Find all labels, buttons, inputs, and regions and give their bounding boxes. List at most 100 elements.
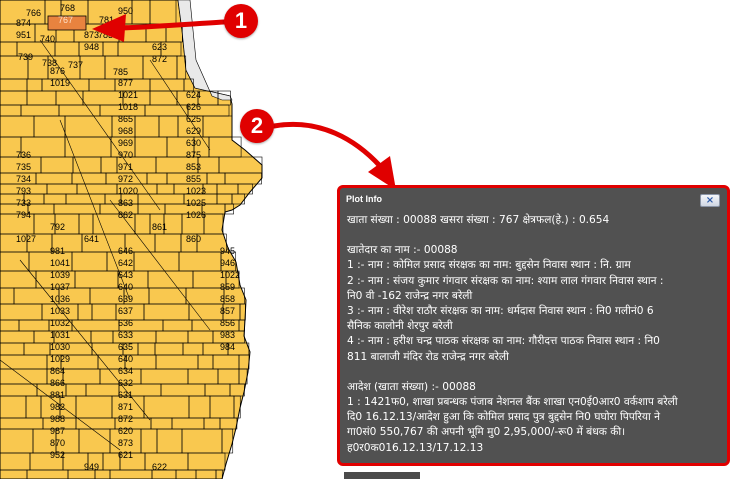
parcel-label: 632 xyxy=(118,378,133,388)
parcel-label: 1025 xyxy=(186,198,206,208)
parcel-label: 792 xyxy=(50,222,65,232)
panel-footer-strip xyxy=(344,472,420,479)
parcel-label: 1037 xyxy=(50,282,70,292)
parcel-label: 864 xyxy=(50,366,65,376)
order-heading: आदेश (खाता संख्या) :- 00088 xyxy=(347,380,476,393)
parcel-label: 629 xyxy=(186,126,201,136)
parcel-label: 640 xyxy=(118,354,133,364)
parcel-label: 866 xyxy=(50,378,65,388)
parcel-label: 984 xyxy=(220,342,235,352)
parcel-label: 625 xyxy=(186,114,201,124)
owner-heading: खातेदार का नाम :- 00088 xyxy=(347,244,458,257)
parcel-label: 620 xyxy=(118,426,133,436)
parcel-label: 737 xyxy=(68,60,83,70)
owner-3-address: सैनिक कालोनी शेरपुर बरेली xyxy=(347,320,453,333)
parcel-label: 622 xyxy=(152,462,167,472)
parcel-label: 734 xyxy=(16,174,31,184)
parcel-label: 983 xyxy=(220,330,235,340)
parcel-label: 646 xyxy=(118,246,133,256)
parcel-label: 948 xyxy=(84,42,99,52)
parcel-label: 968 xyxy=(118,126,133,136)
parcel-label: 872 xyxy=(118,414,133,424)
parcel-label: 640 xyxy=(118,282,133,292)
parcel-label: 626 xyxy=(186,102,201,112)
parcel-label: 635 xyxy=(118,342,133,352)
parcel-label: 858 xyxy=(220,294,235,304)
parcel-label: 1018 xyxy=(118,102,138,112)
parcel-label: 945 xyxy=(220,246,235,256)
parcel-label: 1027 xyxy=(16,234,36,244)
parcel-label: 855 xyxy=(186,174,201,184)
parcel-label: 785 xyxy=(113,67,128,77)
parcel-label: 873 xyxy=(118,438,133,448)
parcel-label: 740 xyxy=(40,34,55,44)
parcel-label: 1041 xyxy=(50,258,70,268)
parcel-label: 1022 xyxy=(220,270,240,280)
plot-info-body: खाता संख्या : 00088 खसरा संख्या : 767 क्… xyxy=(340,208,727,456)
parcel-label: 951 xyxy=(16,30,31,40)
parcel-label: 870 xyxy=(50,438,65,448)
parcel-label: 987 xyxy=(50,426,65,436)
parcel-label: 946 xyxy=(220,258,235,268)
order-line-3: गा0सं0 550,767 की अपनी भूमि मु0 2,95,000… xyxy=(347,426,626,439)
parcel-label: 733 xyxy=(16,198,31,208)
parcel-label: 856 xyxy=(220,318,235,328)
parcel-label: 881 xyxy=(50,390,65,400)
parcel-label: 766 xyxy=(26,8,41,18)
parcel-label: 873 xyxy=(84,30,99,40)
parcel-label: 952 xyxy=(50,450,65,460)
parcel-label: 1019 xyxy=(50,78,70,88)
order-line-2: दि0 16.12.13/आदेश हुआ कि कोमिल प्रसाद पु… xyxy=(347,411,660,424)
parcel-label: 871 xyxy=(118,402,133,412)
parcel-label: 857 xyxy=(220,306,235,316)
marker-badge-2: 2 xyxy=(240,109,274,143)
parcel-label: 633 xyxy=(118,330,133,340)
parcel-label: 794 xyxy=(16,210,31,220)
parcel-label: 624 xyxy=(186,90,201,100)
parcel-label: 736 xyxy=(16,150,31,160)
parcel-label: 969 xyxy=(118,138,133,148)
parcel-label: 637 xyxy=(118,306,133,316)
parcel-label: 631 xyxy=(118,390,133,400)
parcel-label: 859 xyxy=(220,282,235,292)
parcel-label: 970 xyxy=(118,150,133,160)
parcel-label: 971 xyxy=(118,162,133,172)
parcel-label: 1026 xyxy=(186,210,206,220)
parcel-label: 642 xyxy=(118,258,133,268)
parcel-label: 630 xyxy=(186,138,201,148)
close-button[interactable]: × xyxy=(700,194,720,207)
parcel-label: 1029 xyxy=(50,354,70,364)
parcel-label: 1031 xyxy=(50,330,70,340)
parcel-label: 1033 xyxy=(50,306,70,316)
owner-2: 2 :- नाम : संजय कुमार गंगवार संरक्षक का … xyxy=(347,274,664,287)
parcel-label: 972 xyxy=(118,174,133,184)
owner-4-address: 811 बालाजी मंदिर रोड राजेन्द्र नगर बरेली xyxy=(347,350,509,363)
parcel-label: 982 xyxy=(50,402,65,412)
parcel-label: 988 xyxy=(50,414,65,424)
parcel-label: 1020 xyxy=(118,186,138,196)
parcel-label: 862 xyxy=(118,210,133,220)
owner-4: 4 :- नाम : हरीश चन्द्र पाठक संरक्षक का न… xyxy=(347,335,660,348)
parcel-label: 1039 xyxy=(50,270,70,280)
panel-header: Plot Info × xyxy=(340,188,727,208)
parcel-label: 623 xyxy=(152,42,167,52)
parcel-label: 793 xyxy=(16,186,31,196)
parcel-label: 863 xyxy=(118,198,133,208)
parcel-label: 874 xyxy=(16,18,31,28)
parcel-label: 860 xyxy=(186,234,201,244)
owner-3: 3 :- नाम : वीरेश राठौर संरक्षक का नाम: ध… xyxy=(347,305,654,318)
parcel-label: 1032 xyxy=(50,318,70,328)
parcel-label: 949 xyxy=(84,462,99,472)
parcel-label: 876 xyxy=(50,66,65,76)
parcel-label: 768 xyxy=(60,3,75,13)
parcel-label: 735 xyxy=(16,162,31,172)
arrow-2 xyxy=(271,121,383,169)
plot-info-panel: Plot Info × खाता संख्या : 00088 खसरा संख… xyxy=(337,185,730,466)
parcel-label: 872 xyxy=(152,54,167,64)
khata-summary-line: खाता संख्या : 00088 खसरा संख्या : 767 क्… xyxy=(347,214,610,226)
parcel-label: 634 xyxy=(118,366,133,376)
parcel-label: 1021 xyxy=(118,90,138,100)
parcel-label: 643 xyxy=(118,270,133,280)
parcel-label: 875 xyxy=(186,150,201,160)
parcel-label: 877 xyxy=(118,78,133,88)
